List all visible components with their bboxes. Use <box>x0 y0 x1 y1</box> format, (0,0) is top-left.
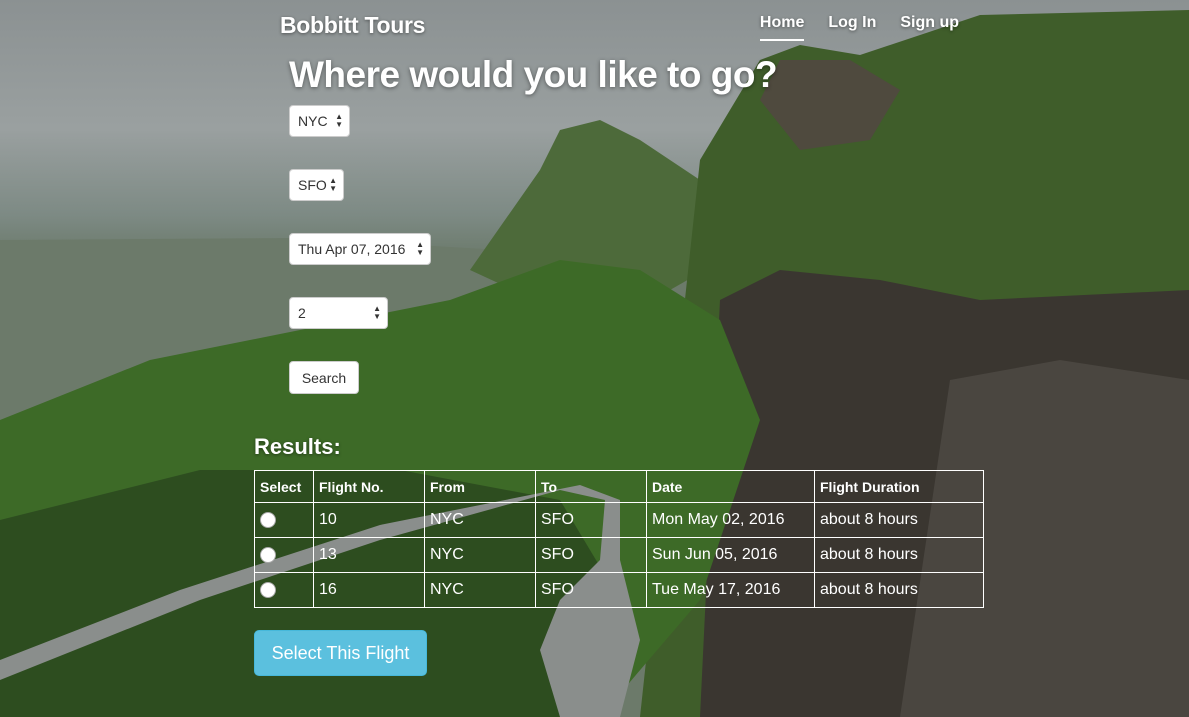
from-airport-value: NYC <box>298 113 328 129</box>
to-cell: SFO <box>535 537 647 573</box>
flight-radio-button[interactable] <box>260 511 276 528</box>
nav-login-link[interactable]: Log In <box>828 14 876 41</box>
flight-radio-button[interactable] <box>260 546 276 563</box>
header-duration: Flight Duration <box>814 470 984 503</box>
results-heading: Results: <box>254 434 341 459</box>
to-cell: SFO <box>535 572 647 608</box>
select-arrows-icon: ▲ ▼ <box>416 240 424 257</box>
page-title: Where would you like to go? <box>289 54 778 95</box>
flight-no-cell: 16 <box>313 572 425 608</box>
to-airport-select[interactable]: SFO ▲ ▼ <box>289 169 344 201</box>
duration-cell: about 8 hours <box>814 537 984 573</box>
select-cell <box>254 572 314 608</box>
duration-cell: about 8 hours <box>814 502 984 538</box>
date-value: Thu Apr 07, 2016 <box>298 241 406 257</box>
to-cell: SFO <box>535 502 647 538</box>
header-date: Date <box>646 470 815 503</box>
flight-no-cell: 10 <box>313 502 425 538</box>
from-cell: NYC <box>424 572 536 608</box>
top-nav: Home Log In Sign up <box>759 14 959 41</box>
date-cell: Sun Jun 05, 2016 <box>646 537 815 573</box>
table-row[interactable]: 10 NYC SFO Mon May 02, 2016 about 8 hour… <box>254 502 984 538</box>
select-arrows-icon: ▲ ▼ <box>373 304 381 321</box>
header-to: To <box>535 470 647 503</box>
duration-cell: about 8 hours <box>814 572 984 608</box>
select-cell <box>254 537 314 573</box>
from-airport-select[interactable]: NYC ▲ ▼ <box>289 105 350 137</box>
header-from: From <box>424 470 536 503</box>
flight-no-cell: 13 <box>313 537 425 573</box>
search-button[interactable]: Search <box>289 361 359 394</box>
nav-signup-link[interactable]: Sign up <box>900 14 959 41</box>
select-cell <box>254 502 314 538</box>
select-flight-button[interactable]: Select This Flight <box>254 630 427 676</box>
background-landscape <box>0 0 1189 717</box>
brand-logo[interactable]: Bobbitt Tours <box>280 12 425 39</box>
flight-radio-button[interactable] <box>260 581 276 598</box>
results-table: Select Flight No. From To Date Flight Du… <box>254 470 984 608</box>
passengers-value: 2 <box>298 305 306 321</box>
header-select: Select <box>254 470 314 503</box>
nav-home-link[interactable]: Home <box>759 14 805 41</box>
date-cell: Tue May 17, 2016 <box>646 572 815 608</box>
to-airport-value: SFO <box>298 177 327 193</box>
from-cell: NYC <box>424 537 536 573</box>
table-header-row: Select Flight No. From To Date Flight Du… <box>254 470 984 503</box>
date-select[interactable]: Thu Apr 07, 2016 ▲ ▼ <box>289 233 431 265</box>
select-arrows-icon: ▲ ▼ <box>329 176 337 193</box>
select-arrows-icon: ▲ ▼ <box>335 112 343 129</box>
table-row[interactable]: 13 NYC SFO Sun Jun 05, 2016 about 8 hour… <box>254 537 984 573</box>
date-cell: Mon May 02, 2016 <box>646 502 815 538</box>
passengers-select[interactable]: 2 ▲ ▼ <box>289 297 388 329</box>
header-flight-no: Flight No. <box>313 470 425 503</box>
from-cell: NYC <box>424 502 536 538</box>
table-row[interactable]: 16 NYC SFO Tue May 17, 2016 about 8 hour… <box>254 572 984 608</box>
